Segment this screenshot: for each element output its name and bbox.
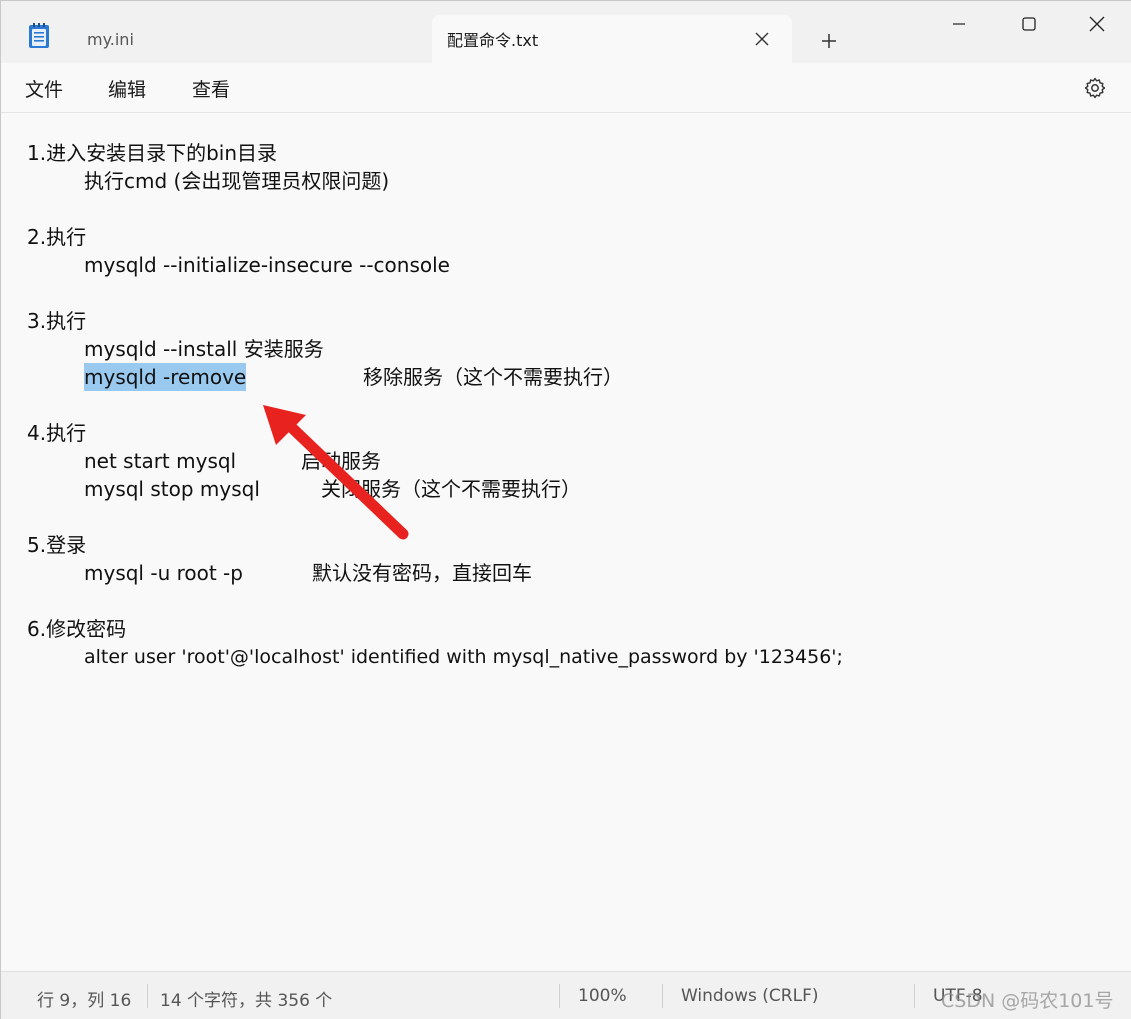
text-line: 默认没有密码，直接回车 xyxy=(312,561,532,585)
close-icon xyxy=(1089,16,1105,32)
menu-bar: 文件 编辑 查看 xyxy=(1,63,1131,113)
watermark-text: CSDN @码农101号 xyxy=(941,990,1114,1012)
title-bar: my.ini 配置命令.txt xyxy=(1,1,1131,63)
tab-label: 配置命令.txt xyxy=(447,31,539,50)
new-tab-button[interactable] xyxy=(811,25,847,57)
selection-count: 14 个字符，共 356 个 xyxy=(160,991,333,1011)
text-line: mysqld --initialize-insecure --console xyxy=(84,253,450,277)
notepad-window: my.ini 配置命令.txt 文件 编辑 查看 1.进入安装目录下的bin目录… xyxy=(0,0,1131,1019)
gear-icon[interactable] xyxy=(1083,76,1107,100)
text-line: mysql stop mysql xyxy=(84,477,260,501)
tab-label: my.ini xyxy=(87,29,134,49)
text-line: mysql -u root -p xyxy=(84,561,243,585)
text-line: alter user 'root'@'localhost' identified… xyxy=(84,646,843,668)
tab-my-ini[interactable]: my.ini xyxy=(67,15,427,63)
minimize-button[interactable] xyxy=(924,1,994,47)
cursor-position: 行 9，列 16 xyxy=(37,991,132,1011)
notepad-icon xyxy=(29,23,49,48)
tab-config-commands[interactable]: 配置命令.txt xyxy=(432,15,792,63)
divider xyxy=(559,984,560,1008)
selected-text: mysqld -remove xyxy=(84,363,247,391)
text-line: mysqld --install 安装服务 xyxy=(84,337,324,361)
text-editor[interactable]: 1.进入安装目录下的bin目录 执行cmd (会出现管理员权限问题) 2.执行 … xyxy=(1,113,1131,971)
text-line: 启动服务 xyxy=(301,449,381,473)
text-line: 3.执行 xyxy=(27,309,87,333)
text-line: 4.执行 xyxy=(27,421,87,445)
close-window-button[interactable] xyxy=(1062,1,1131,47)
divider xyxy=(914,984,915,1008)
divider xyxy=(662,984,663,1008)
text-line: 1.进入安装目录下的bin目录 xyxy=(27,141,278,165)
menu-edit[interactable]: 编辑 xyxy=(108,75,146,102)
divider xyxy=(147,984,148,1008)
text-line: 6.修改密码 xyxy=(27,617,127,641)
text-line: 2.执行 xyxy=(27,225,87,249)
maximize-button[interactable] xyxy=(994,1,1064,47)
text-line: 执行cmd (会出现管理员权限问题) xyxy=(84,169,390,193)
text-line: 5.登录 xyxy=(27,533,87,557)
plus-icon xyxy=(822,34,836,48)
zoom-level[interactable]: 100% xyxy=(578,986,627,1006)
text-line: 移除服务（这个不需要执行） xyxy=(363,365,623,389)
line-ending[interactable]: Windows (CRLF) xyxy=(681,986,819,1006)
text-line: net start mysql xyxy=(84,449,237,473)
close-icon[interactable] xyxy=(750,27,774,51)
text-line: 关闭服务（这个不需要执行） xyxy=(321,477,581,501)
menu-view[interactable]: 查看 xyxy=(192,75,230,102)
menu-file[interactable]: 文件 xyxy=(25,75,63,102)
maximize-icon xyxy=(1022,17,1036,31)
minimize-icon xyxy=(953,23,965,25)
